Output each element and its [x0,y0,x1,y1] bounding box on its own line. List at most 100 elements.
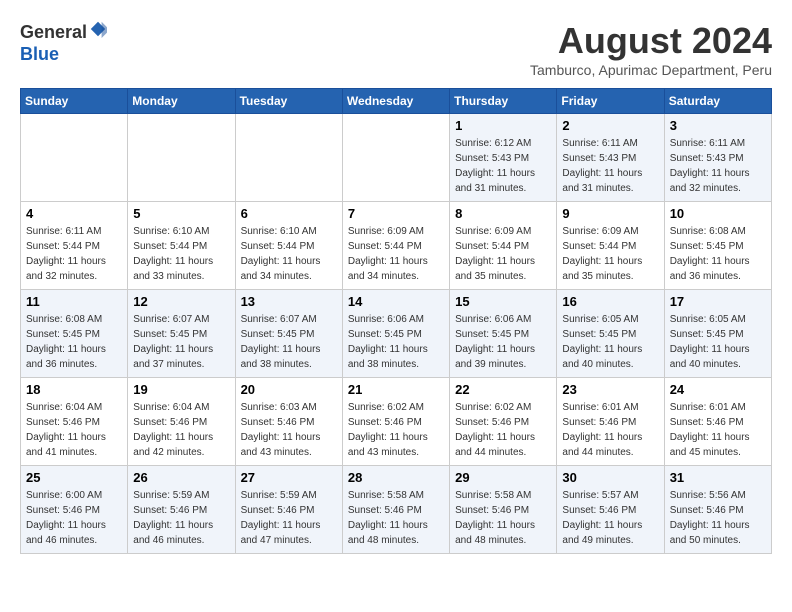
logo-general: General [20,22,87,42]
col-tuesday: Tuesday [235,89,342,114]
calendar-cell [342,114,449,202]
calendar-cell: 31 Sunrise: 5:56 AM Sunset: 5:46 PM Dayli… [664,466,771,554]
calendar-cell: 1 Sunrise: 6:12 AM Sunset: 5:43 PM Daylig… [450,114,557,202]
calendar-cell: 13 Sunrise: 6:07 AM Sunset: 5:45 PM Dayli… [235,290,342,378]
calendar-cell: 22 Sunrise: 6:02 AM Sunset: 5:46 PM Dayli… [450,378,557,466]
day-info: Sunrise: 6:02 AM Sunset: 5:46 PM Dayligh… [455,400,551,460]
calendar-cell [128,114,235,202]
calendar-cell: 17 Sunrise: 6:05 AM Sunset: 5:45 PM Dayli… [664,290,771,378]
day-number: 30 [562,470,658,485]
calendar-cell: 26 Sunrise: 5:59 AM Sunset: 5:46 PM Dayli… [128,466,235,554]
day-info: Sunrise: 6:08 AM Sunset: 5:45 PM Dayligh… [26,312,122,372]
day-number: 27 [241,470,337,485]
day-info: Sunrise: 6:05 AM Sunset: 5:45 PM Dayligh… [562,312,658,372]
day-number: 13 [241,294,337,309]
day-number: 16 [562,294,658,309]
day-info: Sunrise: 6:02 AM Sunset: 5:46 PM Dayligh… [348,400,444,460]
calendar-cell: 19Sunrise: 6:04 AM Sunset: 5:46 PM Dayli… [128,378,235,466]
day-info: Sunrise: 6:03 AM Sunset: 5:46 PM Dayligh… [241,400,337,460]
calendar-cell: 20 Sunrise: 6:03 AM Sunset: 5:46 PM Dayli… [235,378,342,466]
calendar-week-5: 25Sunrise: 6:00 AM Sunset: 5:46 PM Dayli… [21,466,772,554]
day-info: Sunrise: 6:11 AM Sunset: 5:43 PM Dayligh… [562,136,658,196]
calendar-cell: 24Sunrise: 6:01 AM Sunset: 5:46 PM Dayli… [664,378,771,466]
col-thursday: Thursday [450,89,557,114]
day-number: 20 [241,382,337,397]
col-wednesday: Wednesday [342,89,449,114]
day-info: Sunrise: 5:58 AM Sunset: 5:46 PM Dayligh… [348,488,444,548]
logo-blue: Blue [20,44,59,64]
day-number: 12 [133,294,229,309]
header-row: Sunday Monday Tuesday Wednesday Thursday… [21,89,772,114]
logo-icon [89,20,107,38]
day-number: 24 [670,382,766,397]
calendar-cell: 3Sunrise: 6:11 AM Sunset: 5:43 PM Daylig… [664,114,771,202]
calendar-week-2: 4 Sunrise: 6:11 AM Sunset: 5:44 PM Daylig… [21,202,772,290]
day-info: Sunrise: 5:57 AM Sunset: 5:46 PM Dayligh… [562,488,658,548]
day-info: Sunrise: 5:58 AM Sunset: 5:46 PM Dayligh… [455,488,551,548]
day-info: Sunrise: 6:08 AM Sunset: 5:45 PM Dayligh… [670,224,766,284]
col-sunday: Sunday [21,89,128,114]
day-info: Sunrise: 5:56 AM Sunset: 5:46 PM Dayligh… [670,488,766,548]
calendar-cell: 18 Sunrise: 6:04 AM Sunset: 5:46 PM Dayli… [21,378,128,466]
day-info: Sunrise: 6:07 AM Sunset: 5:45 PM Dayligh… [133,312,229,372]
day-number: 22 [455,382,551,397]
calendar-body: 1 Sunrise: 6:12 AM Sunset: 5:43 PM Daylig… [21,114,772,554]
calendar-cell: 5 Sunrise: 6:10 AM Sunset: 5:44 PM Daylig… [128,202,235,290]
day-number: 15 [455,294,551,309]
day-info: Sunrise: 6:01 AM Sunset: 5:46 PM Dayligh… [562,400,658,460]
day-number: 8 [455,206,551,221]
day-info: Sunrise: 6:10 AM Sunset: 5:44 PM Dayligh… [133,224,229,284]
day-info: Sunrise: 6:00 AM Sunset: 5:46 PM Dayligh… [26,488,122,548]
calendar-cell: 11 Sunrise: 6:08 AM Sunset: 5:45 PM Dayli… [21,290,128,378]
day-number: 5 [133,206,229,221]
day-number: 7 [348,206,444,221]
day-info: Sunrise: 6:06 AM Sunset: 5:45 PM Dayligh… [348,312,444,372]
calendar-week-3: 11 Sunrise: 6:08 AM Sunset: 5:45 PM Dayli… [21,290,772,378]
day-number: 17 [670,294,766,309]
calendar-cell: 10 Sunrise: 6:08 AM Sunset: 5:45 PM Dayli… [664,202,771,290]
calendar-cell: 16 Sunrise: 6:05 AM Sunset: 5:45 PM Dayli… [557,290,664,378]
day-number: 1 [455,118,551,133]
calendar-cell: 27 Sunrise: 5:59 AM Sunset: 5:46 PM Dayli… [235,466,342,554]
day-info: Sunrise: 6:10 AM Sunset: 5:44 PM Dayligh… [241,224,337,284]
day-info: Sunrise: 6:04 AM Sunset: 5:46 PM Dayligh… [133,400,229,460]
calendar-cell [235,114,342,202]
day-number: 31 [670,470,766,485]
day-info: Sunrise: 6:12 AM Sunset: 5:43 PM Dayligh… [455,136,551,196]
day-info: Sunrise: 6:05 AM Sunset: 5:45 PM Dayligh… [670,312,766,372]
day-number: 3 [670,118,766,133]
calendar-cell: 12 Sunrise: 6:07 AM Sunset: 5:45 PM Dayli… [128,290,235,378]
day-info: Sunrise: 5:59 AM Sunset: 5:46 PM Dayligh… [133,488,229,548]
day-info: Sunrise: 6:07 AM Sunset: 5:45 PM Dayligh… [241,312,337,372]
day-info: Sunrise: 5:59 AM Sunset: 5:46 PM Dayligh… [241,488,337,548]
subtitle: Tamburco, Apurimac Department, Peru [530,62,772,78]
day-info: Sunrise: 6:09 AM Sunset: 5:44 PM Dayligh… [455,224,551,284]
day-info: Sunrise: 6:09 AM Sunset: 5:44 PM Dayligh… [562,224,658,284]
page-header: General Blue August 2024 Tamburco, Apuri… [20,20,772,78]
calendar-cell: 25Sunrise: 6:00 AM Sunset: 5:46 PM Dayli… [21,466,128,554]
col-friday: Friday [557,89,664,114]
day-number: 21 [348,382,444,397]
logo: General Blue [20,20,107,65]
calendar-table: Sunday Monday Tuesday Wednesday Thursday… [20,88,772,554]
day-number: 18 [26,382,122,397]
calendar-cell: 15 Sunrise: 6:06 AM Sunset: 5:45 PM Dayli… [450,290,557,378]
day-number: 29 [455,470,551,485]
day-info: Sunrise: 6:04 AM Sunset: 5:46 PM Dayligh… [26,400,122,460]
col-saturday: Saturday [664,89,771,114]
day-number: 10 [670,206,766,221]
day-number: 6 [241,206,337,221]
calendar-cell: 28Sunrise: 5:58 AM Sunset: 5:46 PM Dayli… [342,466,449,554]
calendar-cell: 2Sunrise: 6:11 AM Sunset: 5:43 PM Daylig… [557,114,664,202]
calendar-cell: 23Sunrise: 6:01 AM Sunset: 5:46 PM Dayli… [557,378,664,466]
calendar-week-1: 1 Sunrise: 6:12 AM Sunset: 5:43 PM Daylig… [21,114,772,202]
day-number: 4 [26,206,122,221]
day-info: Sunrise: 6:06 AM Sunset: 5:45 PM Dayligh… [455,312,551,372]
calendar-cell: 4 Sunrise: 6:11 AM Sunset: 5:44 PM Daylig… [21,202,128,290]
month-title: August 2024 [530,20,772,62]
calendar-header: Sunday Monday Tuesday Wednesday Thursday… [21,89,772,114]
day-number: 26 [133,470,229,485]
day-number: 11 [26,294,122,309]
day-info: Sunrise: 6:11 AM Sunset: 5:44 PM Dayligh… [26,224,122,284]
day-number: 14 [348,294,444,309]
